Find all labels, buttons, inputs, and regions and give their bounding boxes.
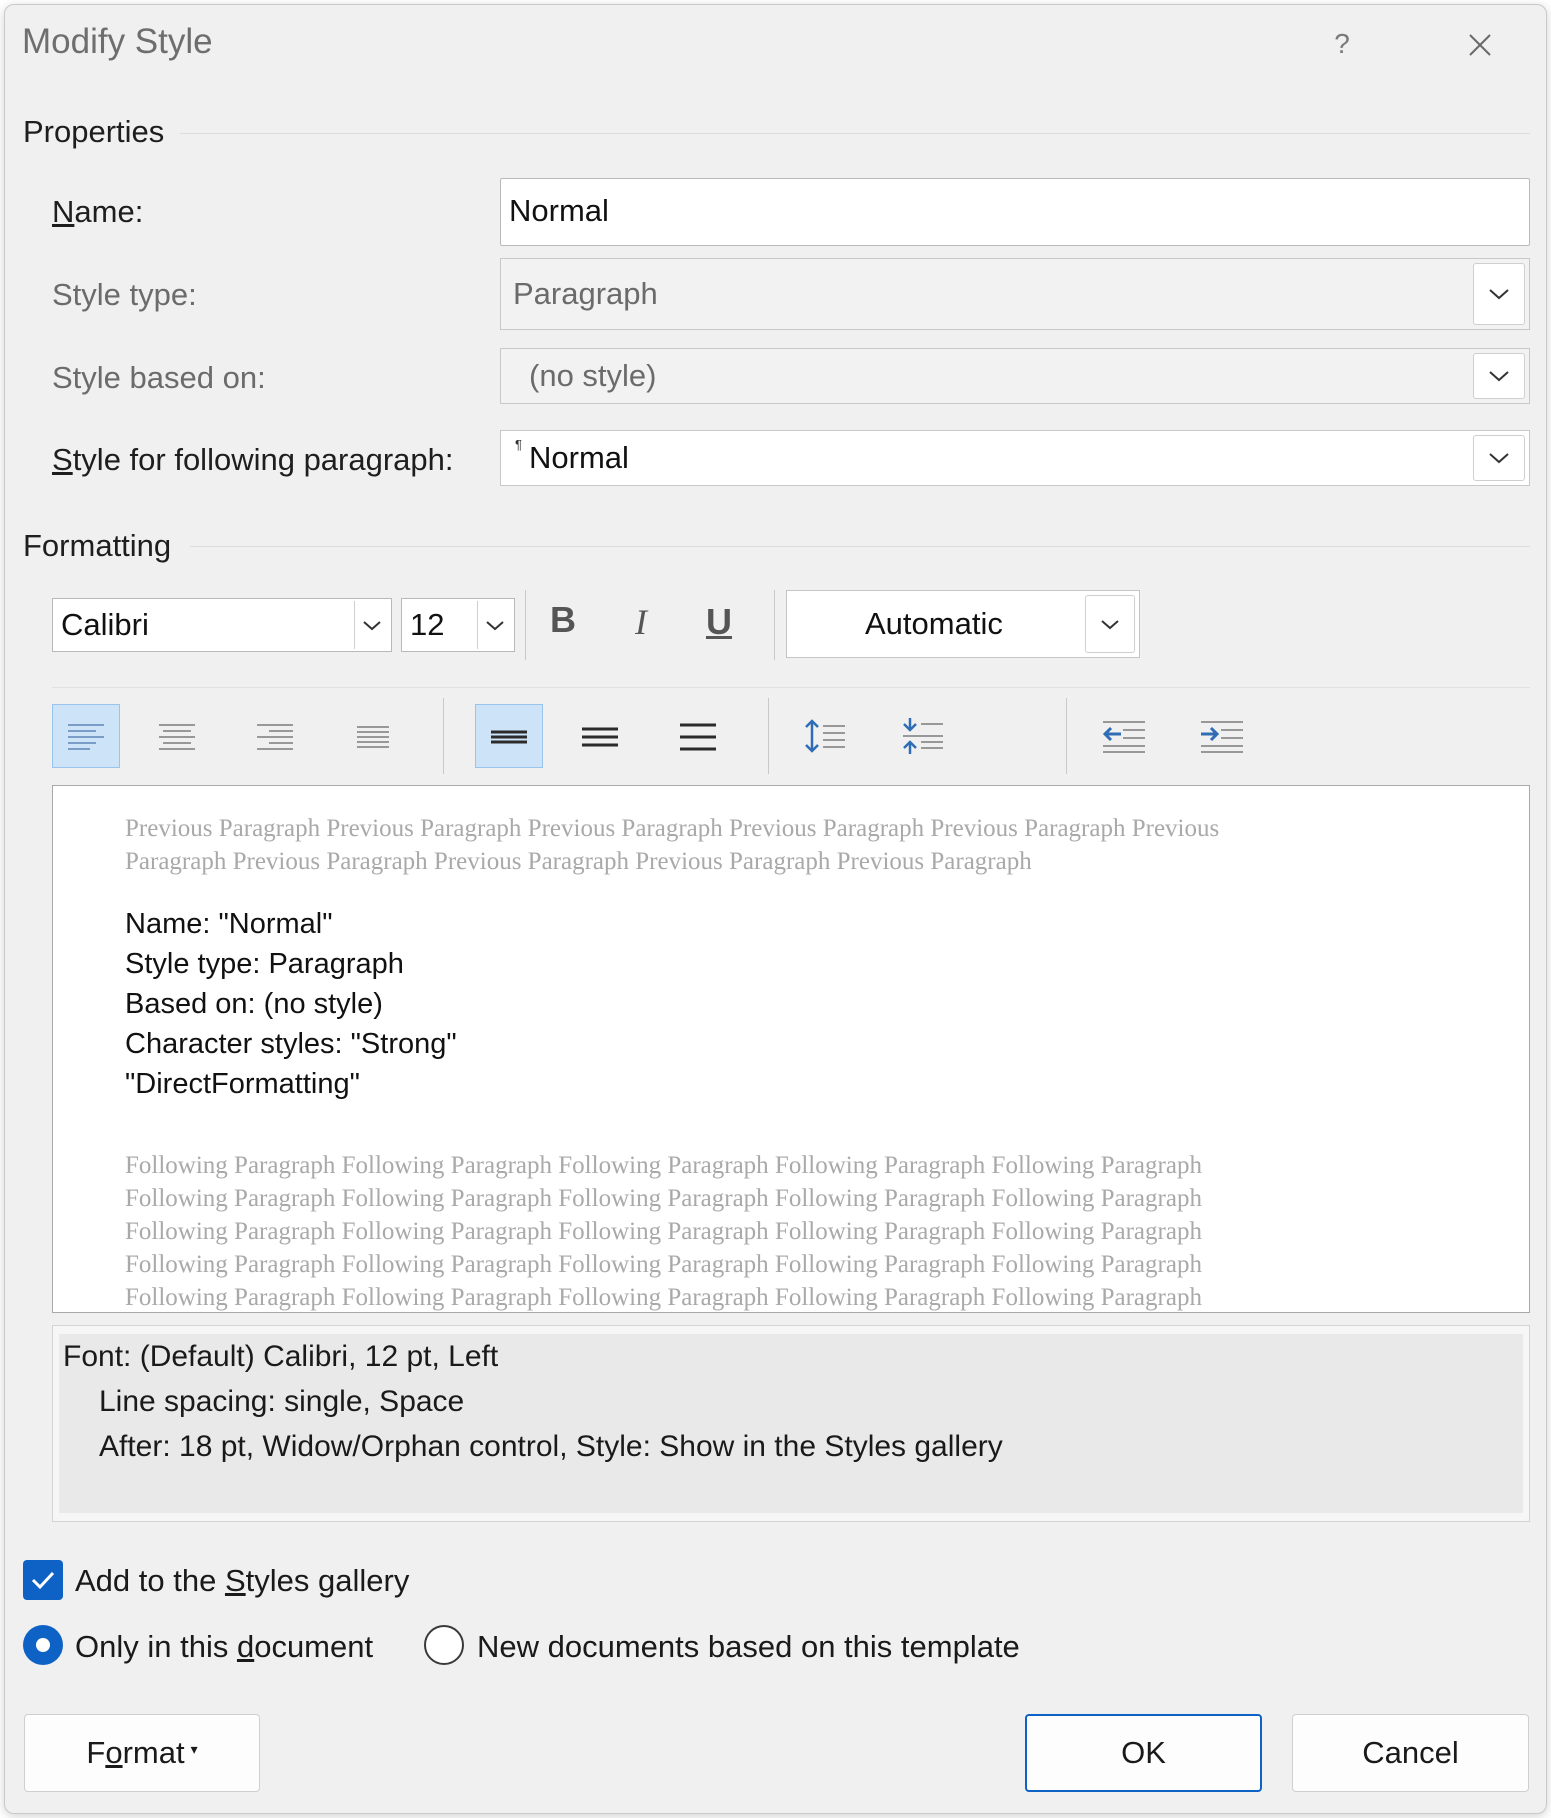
italic-button[interactable]: I <box>609 590 673 654</box>
font-name-dropdown[interactable]: Calibri <box>52 598 392 652</box>
add-to-gallery-checkbox[interactable] <box>23 1560 63 1600</box>
underline-button[interactable]: U <box>687 590 751 654</box>
only-this-document-radio[interactable] <box>23 1625 63 1665</box>
style-type-dropdown-button[interactable] <box>1473 263 1525 325</box>
formatting-group-label: Formatting <box>23 528 172 563</box>
align-left-button[interactable] <box>52 704 120 768</box>
one-half-spacing-icon <box>582 727 618 747</box>
chevron-down-icon <box>1489 289 1509 300</box>
decrease-paragraph-spacing-button[interactable] <box>889 704 957 768</box>
toolbar-separator <box>768 698 769 774</box>
add-to-gallery-label[interactable]: Add to the Styles gallery <box>75 1563 409 1599</box>
double-spacing-icon <box>680 723 716 751</box>
single-spacing-icon <box>491 730 527 744</box>
toolbar-separator <box>774 590 775 660</box>
toolbar-separator <box>1066 698 1067 774</box>
format-button[interactable]: Fo rmat ▾ <box>24 1714 260 1792</box>
justify-button[interactable] <box>339 704 407 768</box>
align-right-icon <box>257 724 293 750</box>
style-type-value: Paragraph <box>513 276 658 311</box>
font-color-dropdown-button[interactable] <box>1085 595 1135 653</box>
name-label: Name: <box>52 194 144 229</box>
decrease-paragraph-spacing-icon <box>903 718 943 754</box>
font-color-value: Automatic <box>865 606 1003 641</box>
formatting-divider <box>190 546 1530 547</box>
font-size-dropdown[interactable]: 12 <box>401 598 515 652</box>
increase-indent-button[interactable] <box>1188 704 1256 768</box>
name-input[interactable]: Normal <box>500 178 1530 246</box>
decrease-indent-button[interactable] <box>1090 704 1158 768</box>
style-based-on-value: (no style) <box>529 358 657 393</box>
font-name-value: Calibri <box>61 607 149 642</box>
checkmark-icon <box>31 1571 55 1590</box>
style-description-text: Font: (Default) Calibri, 12 pt, Left Lin… <box>59 1334 1523 1513</box>
double-spacing-button[interactable] <box>664 704 732 768</box>
chevron-down-icon <box>486 620 504 630</box>
following-paragraph-value: Normal <box>529 440 629 475</box>
chevron-down-icon <box>1489 453 1509 464</box>
justify-icon <box>357 726 389 748</box>
decrease-indent-icon <box>1102 721 1145 753</box>
align-center-button[interactable] <box>143 704 211 768</box>
properties-group-label: Properties <box>23 114 165 149</box>
single-spacing-button[interactable] <box>475 704 543 768</box>
font-color-dropdown[interactable]: Automatic <box>786 590 1140 658</box>
paragraph-mark-icon: ¶ <box>515 437 522 452</box>
style-preview: Previous Paragraph Previous Paragraph Pr… <box>52 785 1530 1313</box>
style-based-on-dropdown[interactable]: (no style) <box>500 348 1530 404</box>
style-description: Font: (Default) Calibri, 12 pt, Left Lin… <box>52 1325 1530 1522</box>
following-paragraph-dropdown-button[interactable] <box>1473 435 1525 481</box>
close-button[interactable] <box>1455 20 1505 70</box>
toolbar-separator <box>525 590 526 660</box>
one-half-spacing-button[interactable] <box>566 704 634 768</box>
following-paragraph-preview: Following Paragraph Following Paragraph … <box>125 1152 1202 1311</box>
font-name-dropdown-button[interactable] <box>354 601 389 649</box>
align-right-button[interactable] <box>241 704 309 768</box>
previous-paragraph-preview: Previous Paragraph Previous Paragraph Pr… <box>125 815 1220 875</box>
toolbar-separator <box>443 698 444 774</box>
style-based-on-label: Style based on: <box>52 360 266 395</box>
font-size-value: 12 <box>410 607 445 642</box>
style-type-dropdown[interactable]: Paragraph <box>500 258 1530 330</box>
chevron-down-icon <box>363 620 381 630</box>
new-documents-radio[interactable] <box>424 1625 464 1665</box>
style-based-on-dropdown-button[interactable] <box>1473 353 1525 399</box>
bold-button[interactable]: B <box>531 588 595 652</box>
font-size-dropdown-button[interactable] <box>477 601 512 649</box>
following-paragraph-label: Style for following paragraph: <box>52 442 454 477</box>
help-button[interactable]: ? <box>1320 20 1364 68</box>
following-paragraph-dropdown[interactable]: ¶ Normal <box>500 430 1530 486</box>
dialog-title: Modify Style <box>22 22 213 61</box>
style-type-label: Style type: <box>52 277 197 312</box>
sample-paragraph-preview: Name: "Normal" Style type: Paragraph Bas… <box>125 908 457 1100</box>
only-this-document-label[interactable]: Only in this document <box>75 1629 373 1665</box>
chevron-down-icon <box>1101 619 1119 629</box>
ok-button[interactable]: OK <box>1025 1714 1262 1792</box>
increase-paragraph-spacing-button[interactable] <box>791 704 859 768</box>
dropdown-arrow-icon: ▾ <box>190 1740 198 1757</box>
align-center-icon <box>159 724 195 750</box>
cancel-button[interactable]: Cancel <box>1292 1714 1529 1792</box>
properties-divider <box>180 133 1530 134</box>
toolbar-divider <box>52 687 1530 688</box>
increase-paragraph-spacing-icon <box>805 719 845 753</box>
new-documents-label[interactable]: New documents based on this template <box>477 1629 1020 1665</box>
close-icon <box>1469 34 1491 56</box>
increase-indent-icon <box>1201 721 1243 753</box>
chevron-down-icon <box>1489 371 1509 382</box>
align-left-icon <box>68 724 104 750</box>
